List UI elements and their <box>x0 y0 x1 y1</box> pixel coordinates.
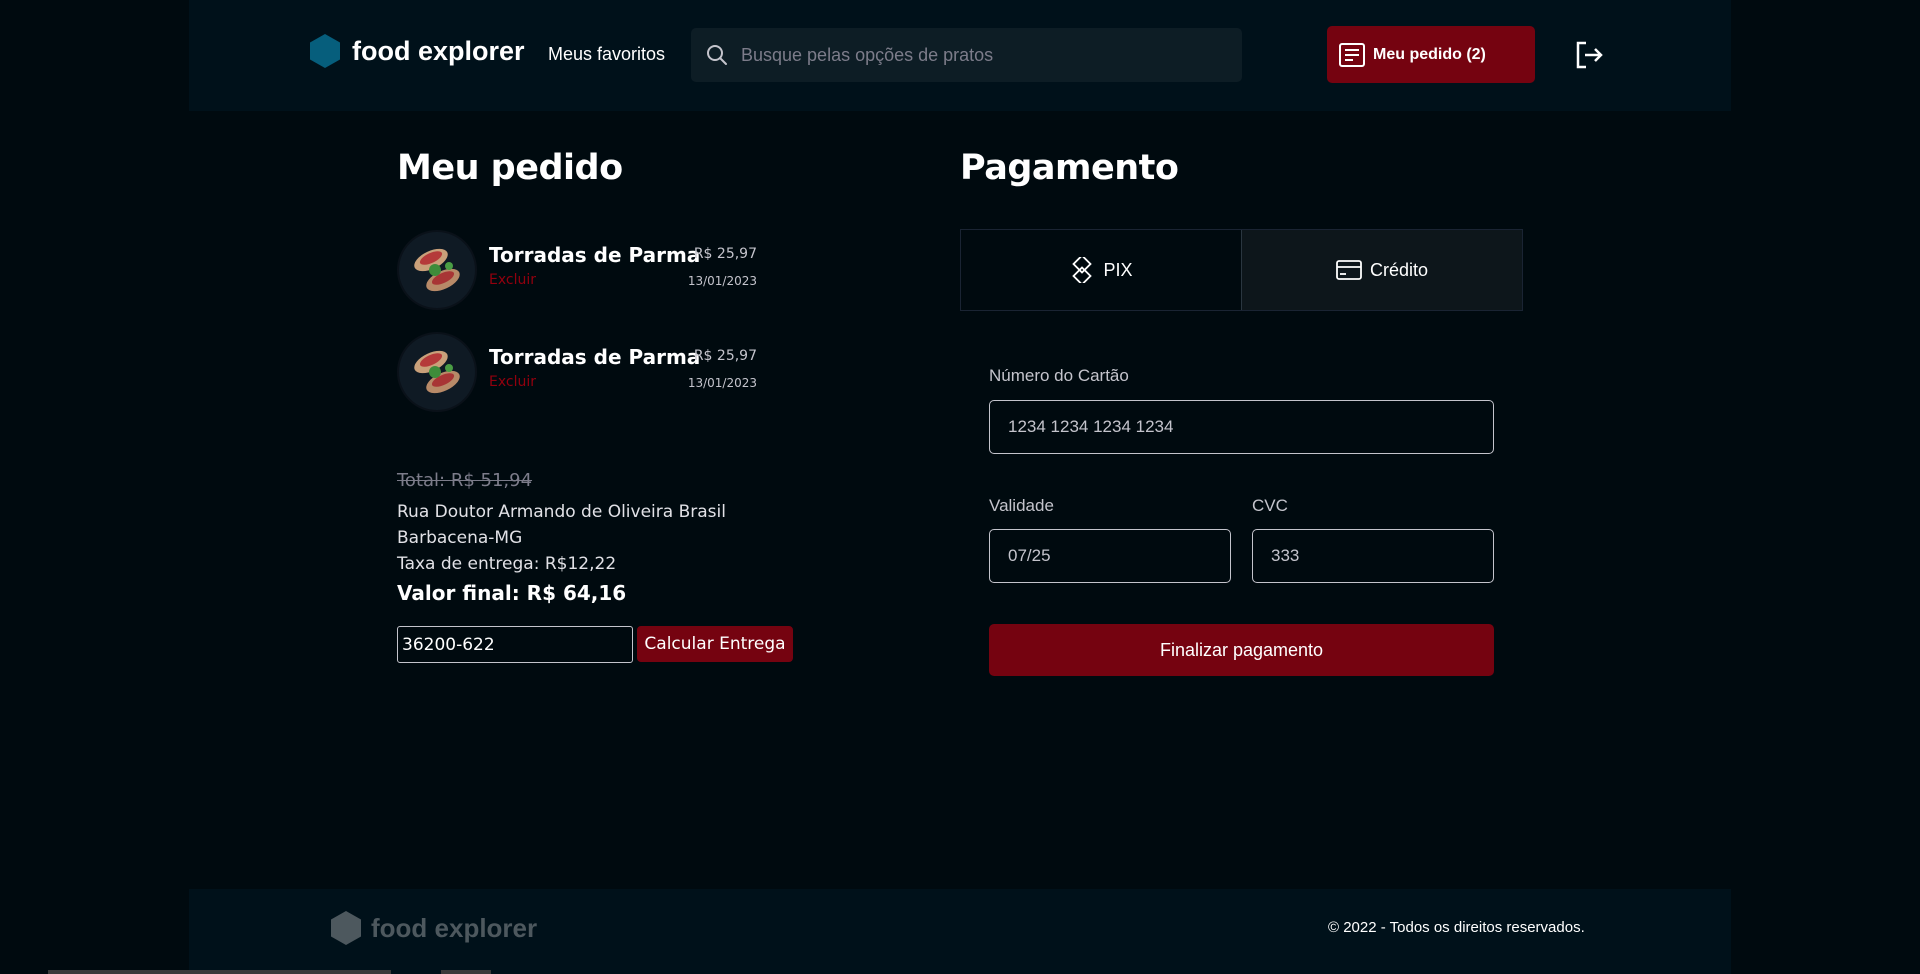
card-number-label: Número do Cartão <box>989 366 1129 385</box>
order-summary: Total: R$ 51,94 Rua Doutor Armando de Ol… <box>397 470 726 605</box>
tab-pix[interactable]: PIX <box>961 230 1241 310</box>
bottom-scroll-bar <box>441 970 491 974</box>
search-input[interactable] <box>741 44 1221 66</box>
address-line1: Rua Doutor Armando de Oliveira Brasil <box>397 502 726 522</box>
footer-brand-name: food explorer <box>371 912 538 943</box>
total-old: Total: R$ 51,94 <box>397 470 533 491</box>
item-price: R$ 25,97 <box>693 348 757 364</box>
search-icon <box>707 45 727 65</box>
item-date: 13/01/2023 <box>687 376 757 390</box>
validity-label: Validade <box>989 496 1054 515</box>
hexagon-logo-icon <box>331 911 361 945</box>
copyright: © 2022 - Todos os direitos reservados. <box>1328 919 1585 936</box>
final-value: Valor final: R$ 64,16 <box>397 581 627 605</box>
payment-tabs: PIX Crédito <box>960 229 1523 311</box>
logout-icon[interactable] <box>1572 38 1606 72</box>
search-bar[interactable] <box>691 28 1242 82</box>
footer-brand: food explorer <box>331 911 537 945</box>
remove-item-button[interactable]: Excluir <box>489 272 536 288</box>
address-line2: Barbacena-MG <box>397 528 523 548</box>
my-order-button[interactable]: Meu pedido (2) <box>1327 26 1535 83</box>
tab-credit[interactable]: Crédito <box>1241 230 1522 310</box>
my-order-label: Meu pedido (2) <box>1373 45 1486 63</box>
delivery-fee: Taxa de entrega: R$12,22 <box>397 554 617 574</box>
item-price: R$ 25,97 <box>693 246 757 262</box>
item-name: Torradas de Parma <box>489 243 701 267</box>
calculate-delivery-button[interactable]: Calcular Entrega <box>637 626 793 662</box>
item-name: Torradas de Parma <box>489 345 701 369</box>
cep-row: Calcular Entrega <box>397 626 793 663</box>
finish-payment-button[interactable]: Finalizar pagamento <box>989 624 1494 676</box>
order-item: Torradas de Parma R$ 25,97 Excluir 13/01… <box>397 332 757 412</box>
order-title: Meu pedido <box>397 148 623 188</box>
bottom-scroll-bar <box>48 970 391 974</box>
tab-credit-label: Crédito <box>1369 259 1429 280</box>
pix-icon <box>1072 257 1093 283</box>
receipt-icon <box>1339 42 1365 67</box>
footer: food explorer © 2022 - Todos os direitos… <box>189 889 1731 974</box>
payment-title: Pagamento <box>960 148 1179 188</box>
dish-image-icon <box>399 232 475 308</box>
favorites-link[interactable]: Meus favoritos <box>548 44 665 65</box>
brand-name: food explorer <box>352 35 525 66</box>
cvc-field[interactable] <box>1252 529 1494 583</box>
remove-item-button[interactable]: Excluir <box>489 374 536 390</box>
order-item: Torradas de Parma R$ 25,97 Excluir 13/01… <box>397 230 757 310</box>
dish-image-icon <box>399 334 475 410</box>
dish-image <box>397 332 477 412</box>
hexagon-logo-icon <box>310 34 340 68</box>
credit-card-icon <box>1336 260 1362 280</box>
validity-field[interactable] <box>989 529 1231 583</box>
cep-input[interactable] <box>397 626 633 663</box>
cvc-label: CVC <box>1252 496 1288 515</box>
brand[interactable]: food explorer <box>310 34 525 68</box>
tab-pix-label: PIX <box>1103 259 1133 280</box>
dish-image <box>397 230 477 310</box>
item-date: 13/01/2023 <box>687 274 757 288</box>
header: food explorer Meus favoritos Meu pedido … <box>189 0 1731 111</box>
card-number-field[interactable] <box>989 400 1494 454</box>
